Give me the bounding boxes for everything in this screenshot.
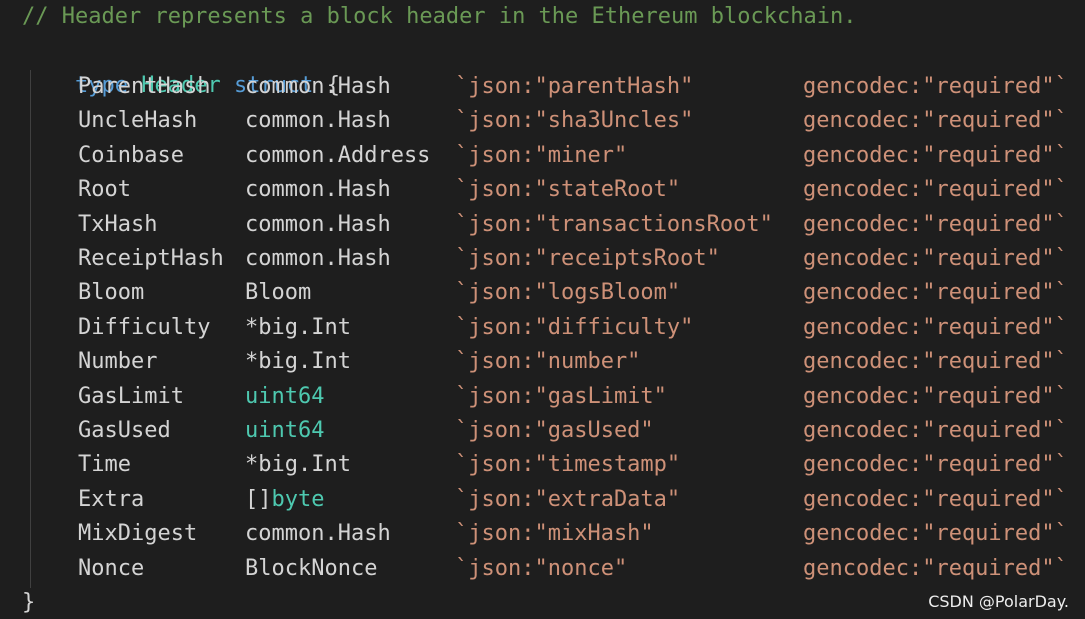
field-json-tag: `json:"timestamp" [455, 452, 681, 478]
struct-field-row: Extra []byte `json:"extraData" gencodec:"re… [0, 483, 1085, 517]
field-name: ParentHash [78, 74, 211, 99]
struct-field-row: Nonce BlockNonce `json:"nonce" gencodec:"re… [0, 552, 1085, 586]
field-gencodec-tag: gencodec:"required"` [803, 349, 1068, 375]
code-editor[interactable]: // Header represents a block header in t… [0, 0, 1085, 619]
field-type-name: *big.Int [245, 314, 351, 340]
field-gencodec-tag: gencodec:"required"` [803, 486, 1068, 512]
field-json-tag: `json:"gasUsed" [455, 418, 654, 443]
field-type-prefix: [] [245, 486, 272, 512]
field-name: Time [78, 452, 131, 478]
field-type-name: *big.Int [245, 452, 351, 478]
field-name: Extra [78, 486, 145, 512]
struct-field-row: Difficulty *big.Int `json:"difficulty" genc… [0, 311, 1085, 345]
struct-field-row: Root common.Hash `json:"stateRoot" gencodec… [0, 173, 1085, 207]
field-json-tag: `json:"parentHash" [455, 74, 694, 99]
field-gencodec-tag: gencodec:"required"` [803, 383, 1068, 409]
field-type-name: common.Hash [245, 246, 391, 271]
comment-line: // Header represents a block header in t… [22, 4, 857, 29]
struct-field-row: ParentHash common.Hash `json:"parentHash" g… [0, 70, 1085, 104]
field-gencodec-tag: gencodec:"required"` [803, 314, 1068, 340]
field-type-name: common.Hash [245, 74, 391, 99]
field-json-tag: `json:"gasLimit" [455, 383, 667, 409]
struct-declaration: type Header struct { [22, 35, 340, 98]
field-type-name: BlockNonce [245, 555, 378, 581]
field-type: common.Address [245, 139, 430, 173]
watermark: CSDN @PolarDay. [928, 592, 1069, 611]
field-type: BlockNonce [245, 552, 377, 586]
field-type: *big.Int [245, 345, 351, 379]
struct-field-row: UncleHash common.Hash `json:"sha3Uncles" ge… [0, 104, 1085, 138]
field-json-tag: `json:"mixHash" [455, 521, 654, 547]
field-gencodec-tag: gencodec:"required"` [803, 142, 1068, 168]
field-name: Difficulty [78, 314, 211, 340]
struct-field-row: Number *big.Int `json:"number" gencodec:"re… [0, 345, 1085, 379]
field-type: uint64 [245, 380, 324, 414]
field-json-tag: `json:"extraData" [455, 486, 681, 512]
field-type: *big.Int [245, 311, 351, 345]
field-type: common.Hash [245, 70, 391, 104]
field-gencodec-tag: gencodec:"required"` [803, 74, 1068, 99]
field-name: Nonce [78, 555, 145, 581]
field-json-tag: `json:"sha3Uncles" [455, 108, 694, 134]
field-name: TxHash [78, 211, 158, 237]
field-json-tag: `json:"miner" [455, 142, 628, 168]
field-gencodec-tag: gencodec:"required"` [803, 521, 1068, 547]
field-name: MixDigest [78, 521, 198, 547]
field-type: common.Hash [245, 173, 391, 207]
field-json-tag: `json:"transactionsRoot" [455, 211, 773, 237]
struct-field-row: ReceiptHash common.Hash `json:"receiptsRoo… [0, 242, 1085, 276]
struct-field-row: MixDigest common.Hash `json:"mixHash" genco… [0, 517, 1085, 551]
field-type: common.Hash [245, 104, 391, 138]
field-gencodec-tag: gencodec:"required"` [803, 211, 1068, 237]
field-gencodec-tag: gencodec:"required"` [803, 280, 1068, 306]
field-type: uint64 [245, 414, 324, 448]
field-type: []byte [245, 483, 324, 517]
field-type-name: common.Hash [245, 211, 391, 237]
field-name: Bloom [78, 280, 145, 306]
field-json-tag: `json:"difficulty" [455, 314, 694, 340]
field-type-name: Bloom [245, 280, 312, 306]
close-brace: } [22, 590, 36, 615]
struct-field-row: Time *big.Int `json:"timestamp" gencodec:"r… [0, 448, 1085, 482]
field-json-tag: `json:"logsBloom" [455, 280, 681, 306]
field-type-name: byte [271, 486, 325, 512]
field-type: common.Hash [245, 242, 391, 276]
field-type-name: *big.Int [245, 349, 351, 375]
field-gencodec-tag: gencodec:"required"` [803, 452, 1068, 478]
field-type-name: common.Hash [245, 177, 391, 203]
field-json-tag: `json:"nonce" [455, 555, 628, 581]
field-name: UncleHash [78, 108, 198, 134]
struct-field-row: TxHash common.Hash `json:"transactionsRoot… [0, 208, 1085, 242]
field-name: Number [78, 349, 158, 375]
field-json-tag: `json:"receiptsRoot" [455, 246, 720, 271]
field-gencodec-tag: gencodec:"required"` [803, 246, 1068, 271]
field-json-tag: `json:"stateRoot" [455, 177, 681, 203]
field-type-name: common.Address [245, 142, 431, 168]
field-type-name: uint64 [245, 418, 325, 443]
field-json-tag: `json:"number" [455, 349, 641, 375]
field-name: Coinbase [78, 142, 184, 168]
field-gencodec-tag: gencodec:"required"` [803, 108, 1068, 134]
field-type-name: common.Hash [245, 108, 391, 134]
struct-field-row: Coinbase common.Address `json:"miner" genco… [0, 139, 1085, 173]
field-type: Bloom [245, 276, 311, 310]
field-name: ReceiptHash [78, 246, 224, 271]
field-type: common.Hash [245, 208, 391, 242]
field-name: Root [78, 177, 131, 203]
field-type-name: common.Hash [245, 521, 391, 547]
field-gencodec-tag: gencodec:"required"` [803, 555, 1068, 581]
field-type-name: uint64 [245, 383, 325, 409]
struct-field-row: Bloom Bloom `json:"logsBloom" gencodec:"req… [0, 276, 1085, 310]
field-type: *big.Int [245, 448, 351, 482]
struct-field-row: GasUsed uint64 `json:"gasUsed" gencodec:"re… [0, 414, 1085, 448]
field-gencodec-tag: gencodec:"required"` [803, 418, 1068, 443]
field-name: GasUsed [78, 418, 171, 443]
field-name: GasLimit [78, 383, 184, 409]
field-type: common.Hash [245, 517, 391, 551]
struct-field-row: GasLimit uint64 `json:"gasLimit" gencodec:"… [0, 380, 1085, 414]
field-gencodec-tag: gencodec:"required"` [803, 177, 1068, 203]
